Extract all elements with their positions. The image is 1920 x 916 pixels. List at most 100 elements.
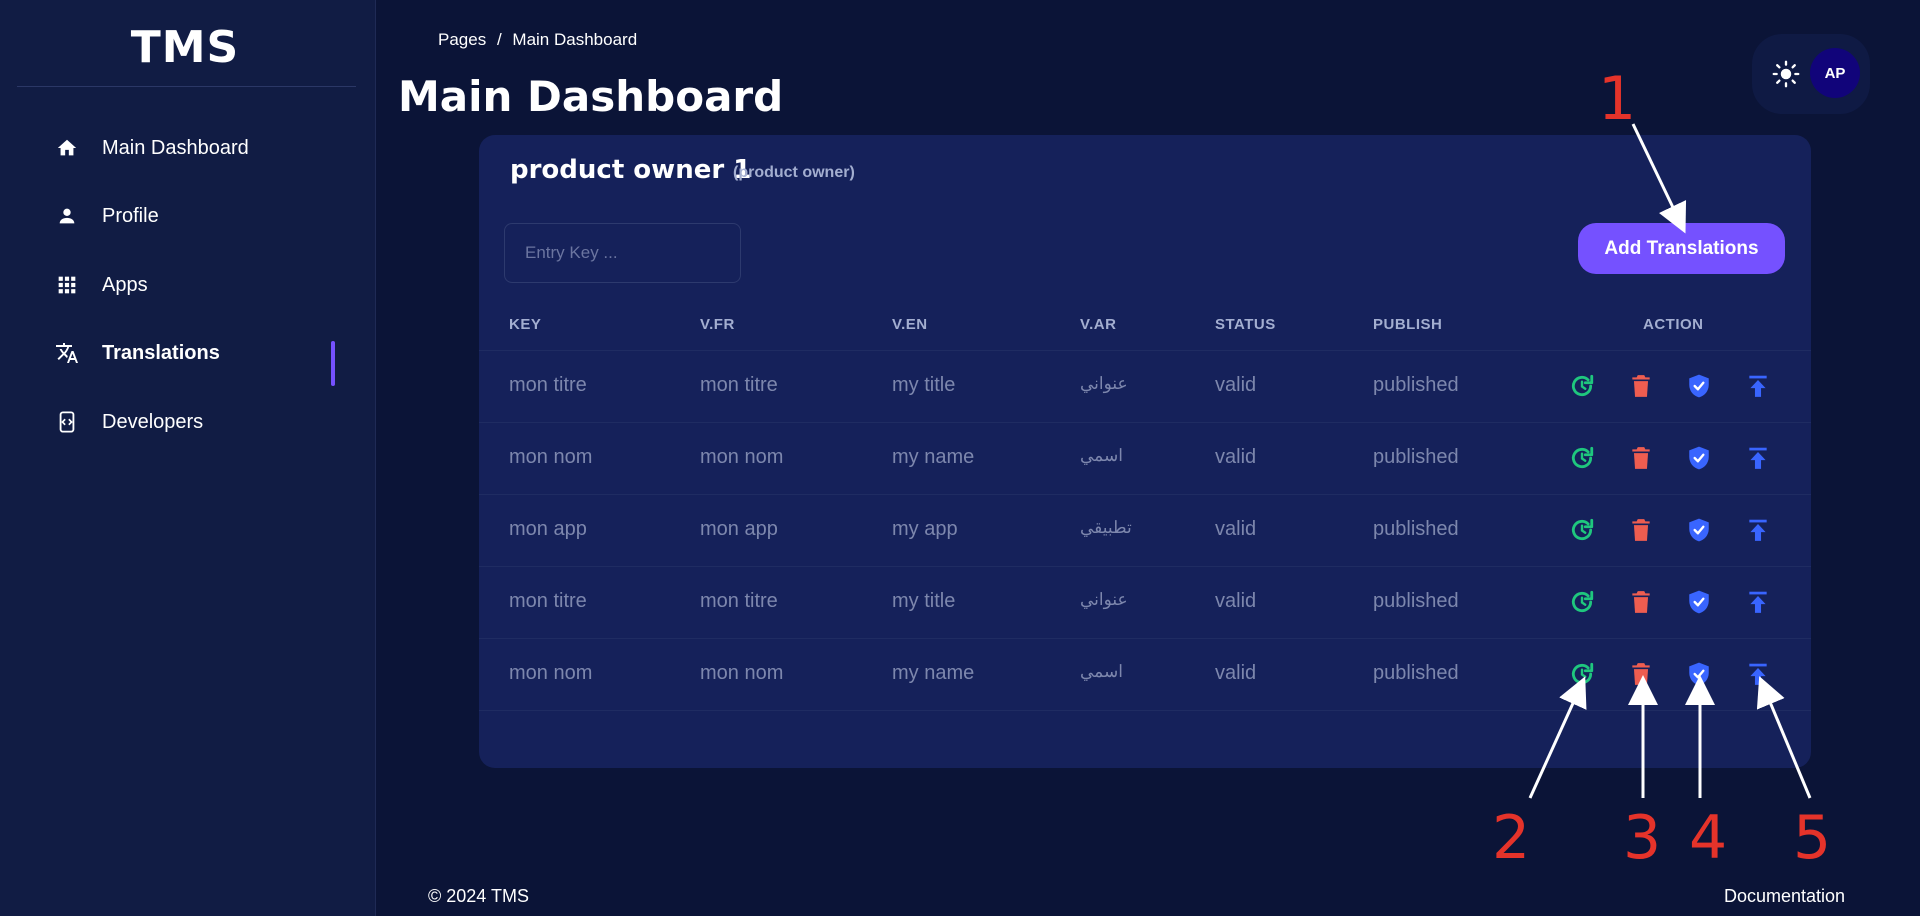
publish-icon[interactable] — [1745, 445, 1771, 471]
cell-ven: my name — [892, 662, 975, 684]
cell-publish: published — [1373, 374, 1459, 396]
shield-check-icon[interactable] — [1686, 373, 1712, 399]
cell-status: valid — [1215, 518, 1257, 540]
sidebar-item-translations[interactable]: Translations — [54, 333, 220, 373]
cell-publish: published — [1373, 662, 1459, 684]
breadcrumb-current[interactable]: Main Dashboard — [512, 30, 637, 49]
cell-key: mon titre — [509, 590, 587, 612]
refresh-icon[interactable] — [1569, 517, 1595, 543]
column-header-key: KEY — [509, 316, 542, 333]
column-header-vfr: V.FR — [700, 316, 735, 333]
trash-icon[interactable] — [1628, 589, 1654, 615]
entry-key-search-input[interactable] — [504, 223, 741, 283]
annotation-3: 3 — [1623, 803, 1662, 873]
cell-var: اسمي — [1080, 446, 1123, 465]
sidebar-item-developers[interactable]: Developers — [54, 402, 203, 442]
shield-check-icon[interactable] — [1686, 445, 1712, 471]
column-header-action: ACTION — [1643, 316, 1704, 333]
sun-icon[interactable] — [1772, 60, 1800, 88]
shield-check-icon[interactable] — [1686, 661, 1712, 687]
cell-var: تطبيقي — [1080, 518, 1132, 537]
publish-icon[interactable] — [1745, 661, 1771, 687]
publish-icon[interactable] — [1745, 517, 1771, 543]
avatar[interactable]: AP — [1810, 48, 1860, 98]
cell-status: valid — [1215, 662, 1257, 684]
publish-icon[interactable] — [1745, 373, 1771, 399]
breadcrumb-root[interactable]: Pages — [438, 30, 486, 49]
cell-var: اسمي — [1080, 662, 1123, 681]
cell-var: عنواني — [1080, 374, 1128, 393]
active-indicator — [331, 341, 335, 386]
row-divider — [479, 566, 1811, 567]
annotation-2: 2 — [1492, 803, 1531, 873]
card-subtitle: (product owner) — [733, 164, 855, 181]
sidebar-item-label: Profile — [102, 204, 159, 227]
annotation-5: 5 — [1793, 803, 1832, 873]
sidebar-item-label: Developers — [102, 410, 204, 433]
cell-publish: published — [1373, 518, 1459, 540]
cell-vfr: mon titre — [700, 590, 778, 612]
sidebar-item-main-dashboard[interactable]: Main Dashboard — [54, 128, 249, 168]
cell-status: valid — [1215, 590, 1257, 612]
footer-copyright: © 2024 TMS — [428, 886, 529, 906]
row-divider — [479, 422, 1811, 423]
row-divider — [479, 494, 1811, 495]
cell-ven: my app — [892, 518, 958, 540]
trash-icon[interactable] — [1628, 517, 1654, 543]
refresh-icon[interactable] — [1569, 589, 1595, 615]
trash-icon[interactable] — [1628, 373, 1654, 399]
cell-ven: my title — [892, 590, 956, 612]
sidebar-item-label: Apps — [102, 273, 148, 296]
row-divider — [479, 710, 1811, 711]
annotation-4: 4 — [1689, 803, 1728, 873]
cell-key: mon titre — [509, 374, 587, 396]
cell-vfr: mon nom — [700, 662, 784, 684]
publish-icon[interactable] — [1745, 589, 1771, 615]
column-header-status: STATUS — [1215, 316, 1276, 333]
column-header-publish: PUBLISH — [1373, 316, 1443, 333]
shield-check-icon[interactable] — [1686, 589, 1712, 615]
annotation-1: 1 — [1598, 64, 1637, 134]
breadcrumb-separator: / — [496, 30, 502, 49]
trash-icon[interactable] — [1628, 445, 1654, 471]
cell-key: mon nom — [509, 446, 593, 468]
trash-icon[interactable] — [1628, 661, 1654, 687]
documentation-link[interactable]: Documentation — [1724, 886, 1845, 907]
sidebar-item-apps[interactable]: Apps — [54, 265, 148, 305]
cell-vfr: mon app — [700, 518, 778, 540]
app-logo: TMS — [130, 22, 240, 73]
cell-status: valid — [1215, 446, 1257, 468]
breadcrumb: Pages / Main Dashboard — [438, 30, 643, 50]
row-divider — [479, 350, 1811, 351]
person-icon — [54, 203, 80, 229]
cell-ven: my title — [892, 374, 956, 396]
cell-vfr: mon titre — [700, 374, 778, 396]
add-translations-button[interactable]: Add Translations — [1578, 223, 1785, 274]
sidebar-item-profile[interactable]: Profile — [54, 196, 159, 236]
cell-ven: my name — [892, 446, 975, 468]
row-divider — [479, 638, 1811, 639]
code-icon — [54, 409, 80, 435]
cell-var: عنواني — [1080, 590, 1128, 609]
refresh-icon[interactable] — [1569, 661, 1595, 687]
cell-vfr: mon nom — [700, 446, 784, 468]
grid-icon — [54, 272, 80, 298]
column-header-var: V.AR — [1080, 316, 1117, 333]
sidebar: TMS Main Dashboard Profile Apps Translat… — [0, 0, 376, 916]
divider — [17, 86, 356, 87]
refresh-icon[interactable] — [1569, 445, 1595, 471]
cell-publish: published — [1373, 446, 1459, 468]
column-header-ven: V.EN — [892, 316, 928, 333]
sidebar-item-label: Translations — [102, 341, 220, 364]
shield-check-icon[interactable] — [1686, 517, 1712, 543]
page-title: Main Dashboard — [398, 72, 784, 121]
cell-publish: published — [1373, 590, 1459, 612]
home-icon — [54, 135, 80, 161]
cell-key: mon nom — [509, 662, 593, 684]
translate-icon — [54, 340, 80, 366]
cell-key: mon app — [509, 518, 587, 540]
sidebar-item-label: Main Dashboard — [102, 136, 249, 159]
refresh-icon[interactable] — [1569, 373, 1595, 399]
card-title: product owner 1 — [510, 155, 752, 185]
cell-status: valid — [1215, 374, 1257, 396]
